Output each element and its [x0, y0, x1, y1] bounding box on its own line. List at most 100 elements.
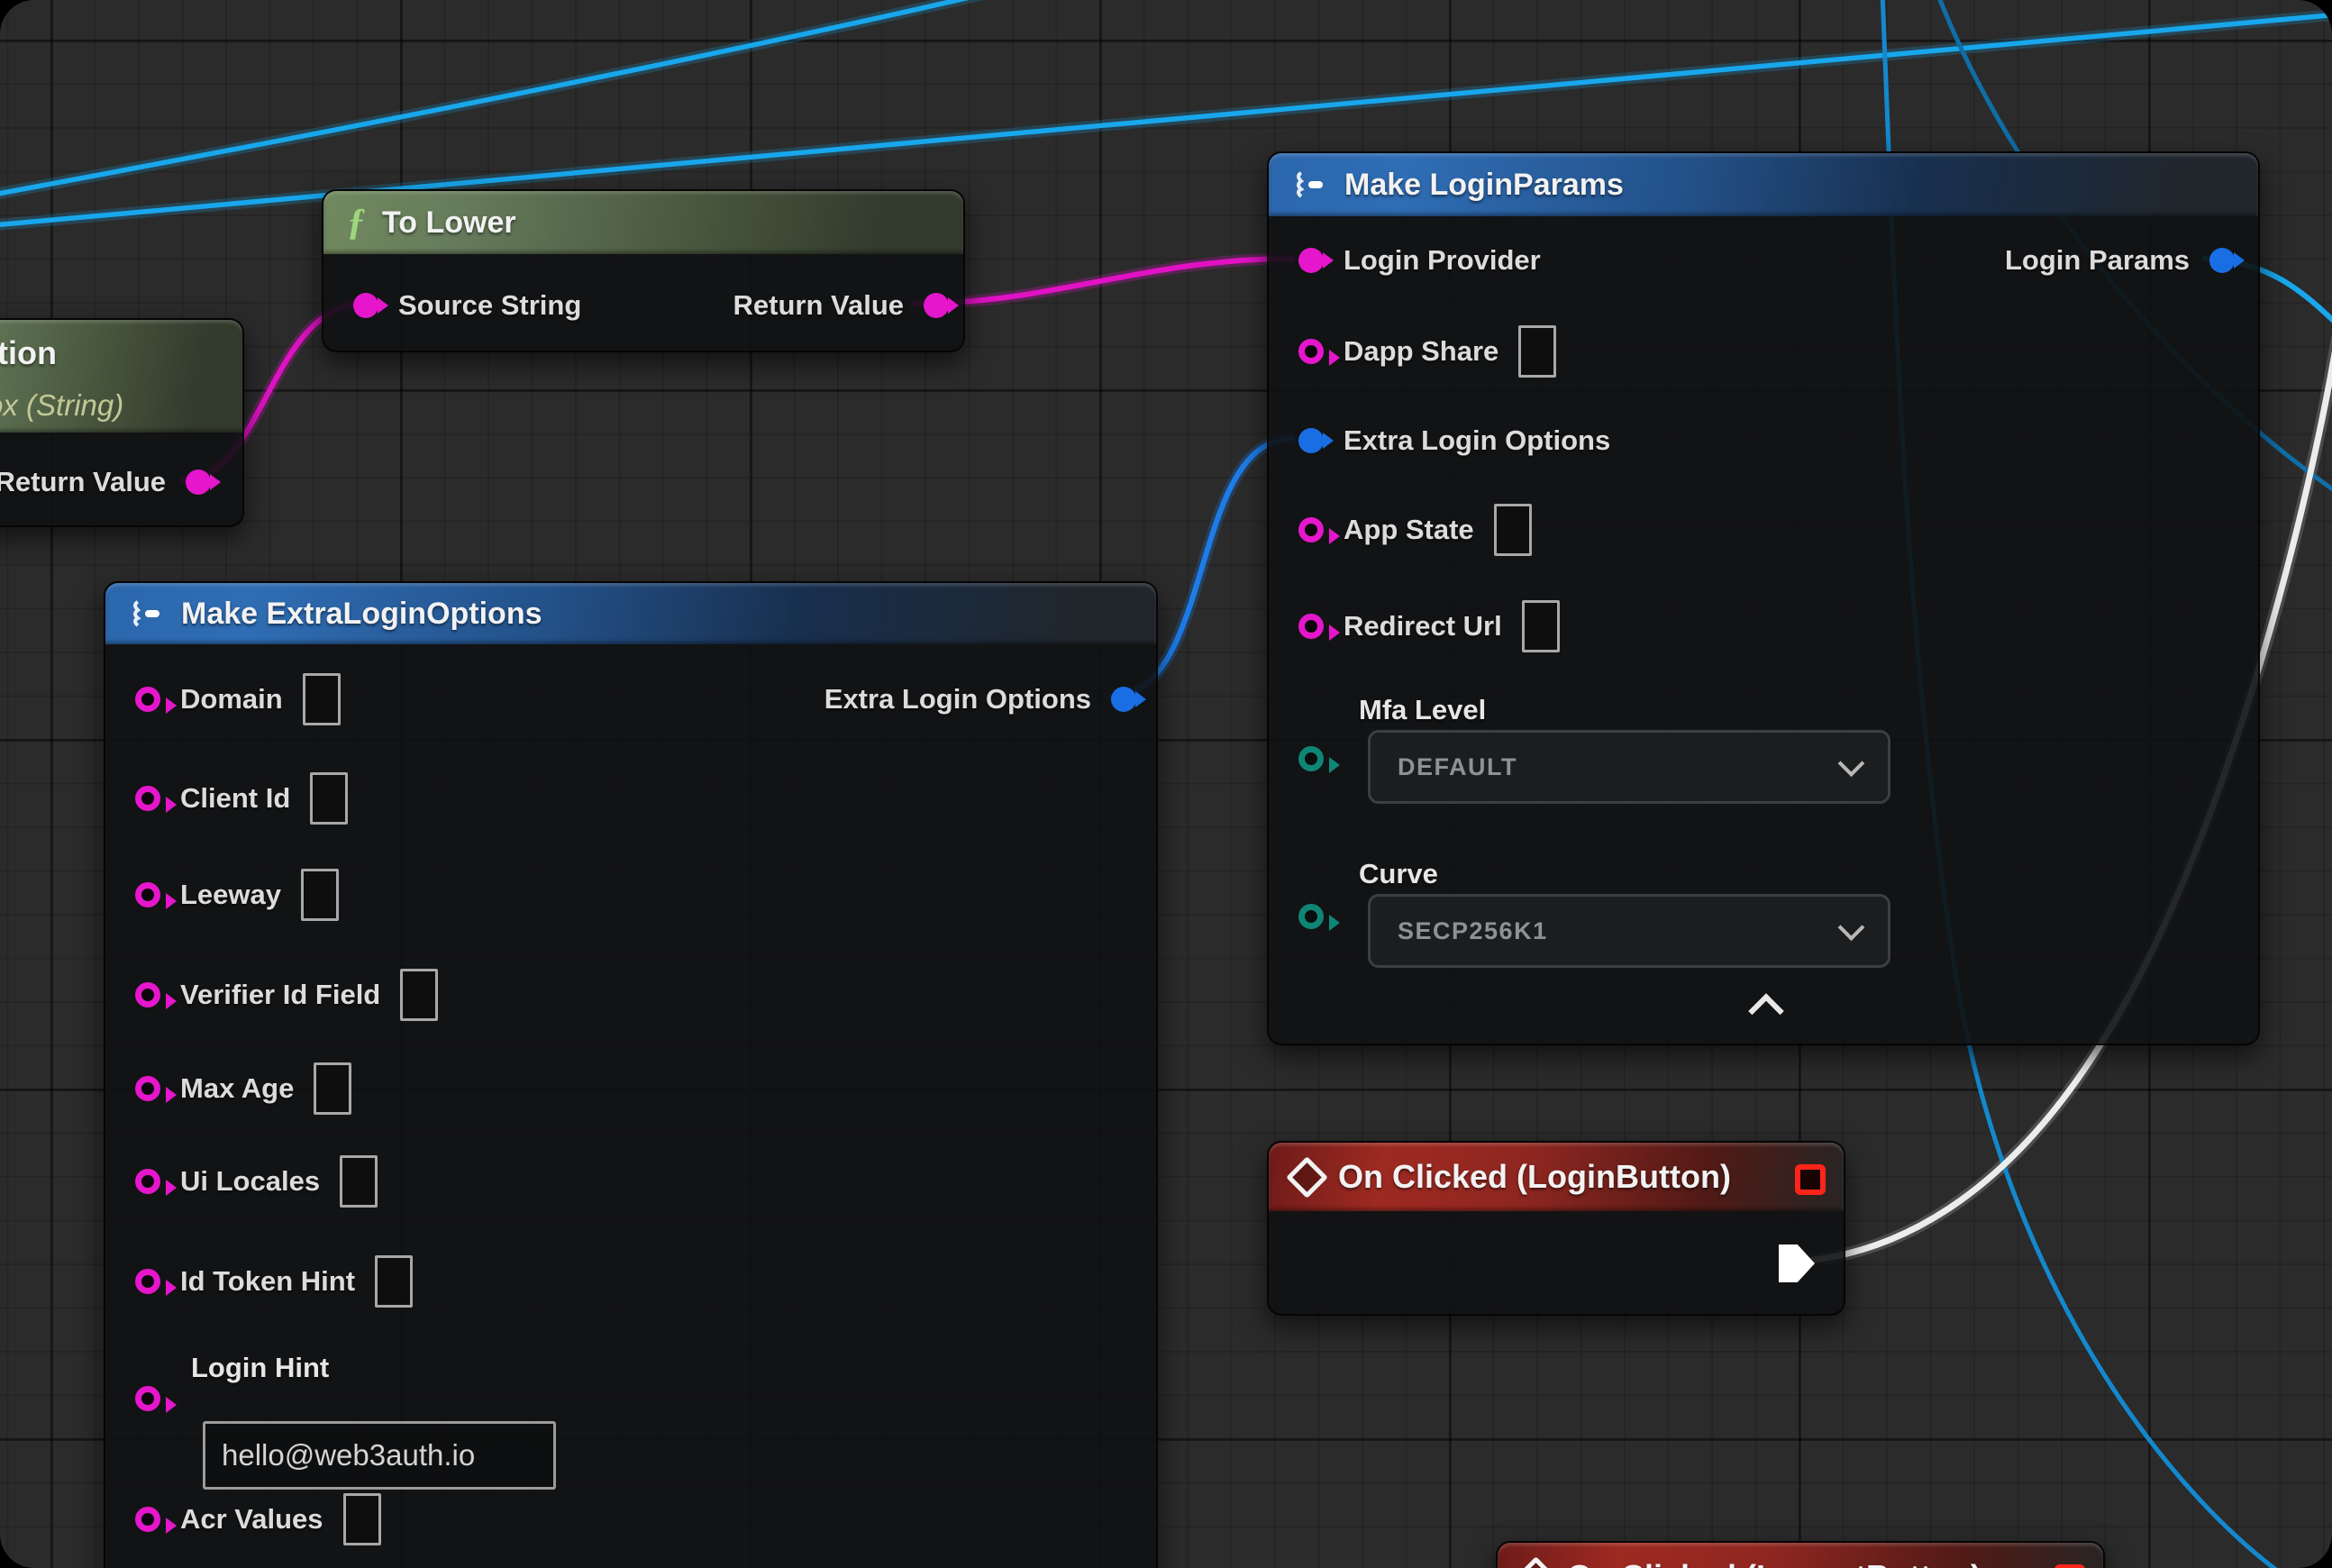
login-hint-value: hello@web3auth.io [222, 1438, 475, 1472]
ui-locales-value-input[interactable] [340, 1155, 378, 1208]
make-struct-icon [1292, 169, 1328, 200]
pin-app-state[interactable] [1298, 517, 1324, 542]
pin-verifier-id-field[interactable] [135, 982, 160, 1007]
pin-row-redirect-url: Redirect Url [1298, 606, 1560, 646]
node-header[interactable]: tion Box (String) [0, 320, 242, 433]
pin-mfa-level[interactable] [1298, 746, 1324, 771]
pin-domain[interactable] [135, 687, 160, 712]
login-hint-label: Login Hint [191, 1352, 329, 1384]
pin-login-params-out[interactable] [2209, 248, 2235, 273]
acr-values-value-input[interactable] [343, 1493, 381, 1545]
chevron-down-icon [1838, 750, 1865, 777]
pin-row-extra-login-options-out: Extra Login Options [824, 679, 1136, 719]
pin-return-value[interactable] [186, 469, 211, 495]
domain-value-input[interactable] [303, 673, 341, 725]
chevron-down-icon [1838, 914, 1865, 941]
node-partial-getter[interactable]: tion Box (String) Return Value [0, 318, 244, 527]
node-header[interactable]: On Clicked (LoginButton) [1269, 1143, 1844, 1211]
node-header[interactable]: Make LoginParams [1269, 153, 2258, 216]
pin-extra-login-options-in[interactable] [1298, 428, 1324, 453]
node-to-lower[interactable]: ƒ To Lower Source String Return Value [322, 189, 965, 352]
node-make-extra-login-options[interactable]: Make ExtraLoginOptions Domain Extra Logi… [104, 581, 1158, 1568]
pin-label: Return Value [733, 289, 905, 322]
pin-row-verifier-id-field: Verifier Id Field [135, 975, 438, 1015]
pin-label: Domain [180, 683, 283, 716]
pin-row-id-token-hint: Id Token Hint [135, 1262, 413, 1301]
pin-label: Extra Login Options [824, 683, 1091, 716]
pin-login-provider[interactable] [1298, 248, 1324, 273]
pin-label: Client Id [180, 782, 290, 815]
leeway-value-input[interactable] [301, 869, 339, 921]
pin-row-curve [1298, 897, 1324, 936]
max-age-value-input[interactable] [314, 1062, 351, 1115]
pin-row-login-params-out: Login Params [2005, 241, 2235, 280]
pin-row-app-state: App State [1298, 510, 1532, 550]
pin-row-return-value: Return Value [733, 286, 950, 325]
client-id-value-input[interactable] [310, 772, 348, 825]
dapp-share-value-input[interactable] [1518, 325, 1556, 378]
pin-label: Max Age [180, 1072, 294, 1105]
node-make-login-params[interactable]: Make LoginParams Login Provider Login Pa… [1267, 151, 2260, 1045]
login-hint-value-input[interactable]: hello@web3auth.io [203, 1421, 556, 1490]
collapse-node-button[interactable] [1748, 993, 1784, 1029]
node-on-clicked-logout-button[interactable]: On Clicked (LogoutButton) [1496, 1541, 2105, 1568]
pin-label: Ui Locales [180, 1165, 320, 1198]
pin-label: Redirect Url [1344, 610, 1502, 643]
mfa-level-value: DEFAULT [1398, 753, 1517, 781]
pin-row-client-id: Client Id [135, 779, 348, 818]
pin-label: Leeway [180, 879, 281, 911]
pin-row-max-age: Max Age [135, 1069, 351, 1108]
pin-row-dapp-share: Dapp Share [1298, 332, 1556, 371]
pin-label: Acr Values [180, 1503, 323, 1536]
node-header[interactable]: ƒ To Lower [323, 191, 963, 254]
node-header[interactable]: On Clicked (LogoutButton) [1498, 1543, 2103, 1568]
blueprint-graph-canvas[interactable]: tion Box (String) Return Value ƒ To Lowe… [0, 0, 2332, 1568]
pin-label: Source String [398, 289, 581, 322]
pin-row-acr-values: Acr Values [135, 1500, 381, 1539]
exec-pin-out[interactable] [1779, 1244, 1815, 1282]
pin-dapp-share[interactable] [1298, 339, 1324, 364]
app-state-value-input[interactable] [1494, 504, 1532, 556]
pin-extra-login-options-out[interactable] [1111, 687, 1136, 712]
node-title: On Clicked (LoginButton) [1338, 1158, 1731, 1196]
pin-row-extra-login-options-in: Extra Login Options [1298, 421, 1610, 460]
pin-client-id[interactable] [135, 786, 160, 811]
pin-label: Dapp Share [1344, 335, 1498, 368]
curve-value: SECP256K1 [1398, 917, 1548, 945]
node-subtitle: Box (String) [0, 388, 123, 423]
node-title: Make LoginParams [1344, 168, 1624, 203]
pin-leeway[interactable] [135, 882, 160, 907]
curve-dropdown[interactable]: SECP256K1 [1368, 894, 1890, 968]
node-title: On Clicked (LogoutButton) [1567, 1558, 1981, 1568]
pin-curve[interactable] [1298, 904, 1324, 929]
pin-return-value[interactable] [924, 293, 949, 318]
pin-row-ui-locales: Ui Locales [135, 1162, 378, 1201]
id-token-hint-value-input[interactable] [375, 1255, 413, 1308]
pin-source-string[interactable] [353, 293, 378, 318]
delegate-pin-icon[interactable] [1795, 1164, 1826, 1195]
mfa-level-label: Mfa Level [1359, 694, 1486, 726]
pin-label: Login Params [2005, 244, 2190, 277]
mfa-level-dropdown[interactable]: DEFAULT [1368, 730, 1890, 804]
pin-row-domain: Domain [135, 679, 341, 719]
pin-ui-locales[interactable] [135, 1169, 160, 1194]
pin-max-age[interactable] [135, 1076, 160, 1101]
pin-redirect-url[interactable] [1298, 614, 1324, 639]
pin-row-login-provider: Login Provider [1298, 241, 1541, 280]
pin-acr-values[interactable] [135, 1507, 160, 1532]
pin-label: Return Value [0, 466, 166, 498]
pin-row-mfa-level [1298, 739, 1324, 779]
pin-id-token-hint[interactable] [135, 1269, 160, 1294]
curve-label: Curve [1359, 858, 1438, 890]
node-on-clicked-login-button[interactable]: On Clicked (LoginButton) [1267, 1141, 1845, 1316]
make-struct-icon [129, 598, 165, 629]
delegate-pin-icon[interactable] [2054, 1564, 2085, 1568]
node-header[interactable]: Make ExtraLoginOptions [105, 583, 1156, 644]
node-title: To Lower [382, 205, 516, 241]
pin-label: Extra Login Options [1344, 424, 1610, 457]
pin-login-hint[interactable] [135, 1386, 160, 1411]
verifier-id-field-value-input[interactable] [400, 969, 438, 1021]
pin-label: Id Token Hint [180, 1265, 355, 1298]
redirect-url-value-input[interactable] [1522, 600, 1560, 652]
pin-row-return-value: Return Value [0, 462, 211, 502]
